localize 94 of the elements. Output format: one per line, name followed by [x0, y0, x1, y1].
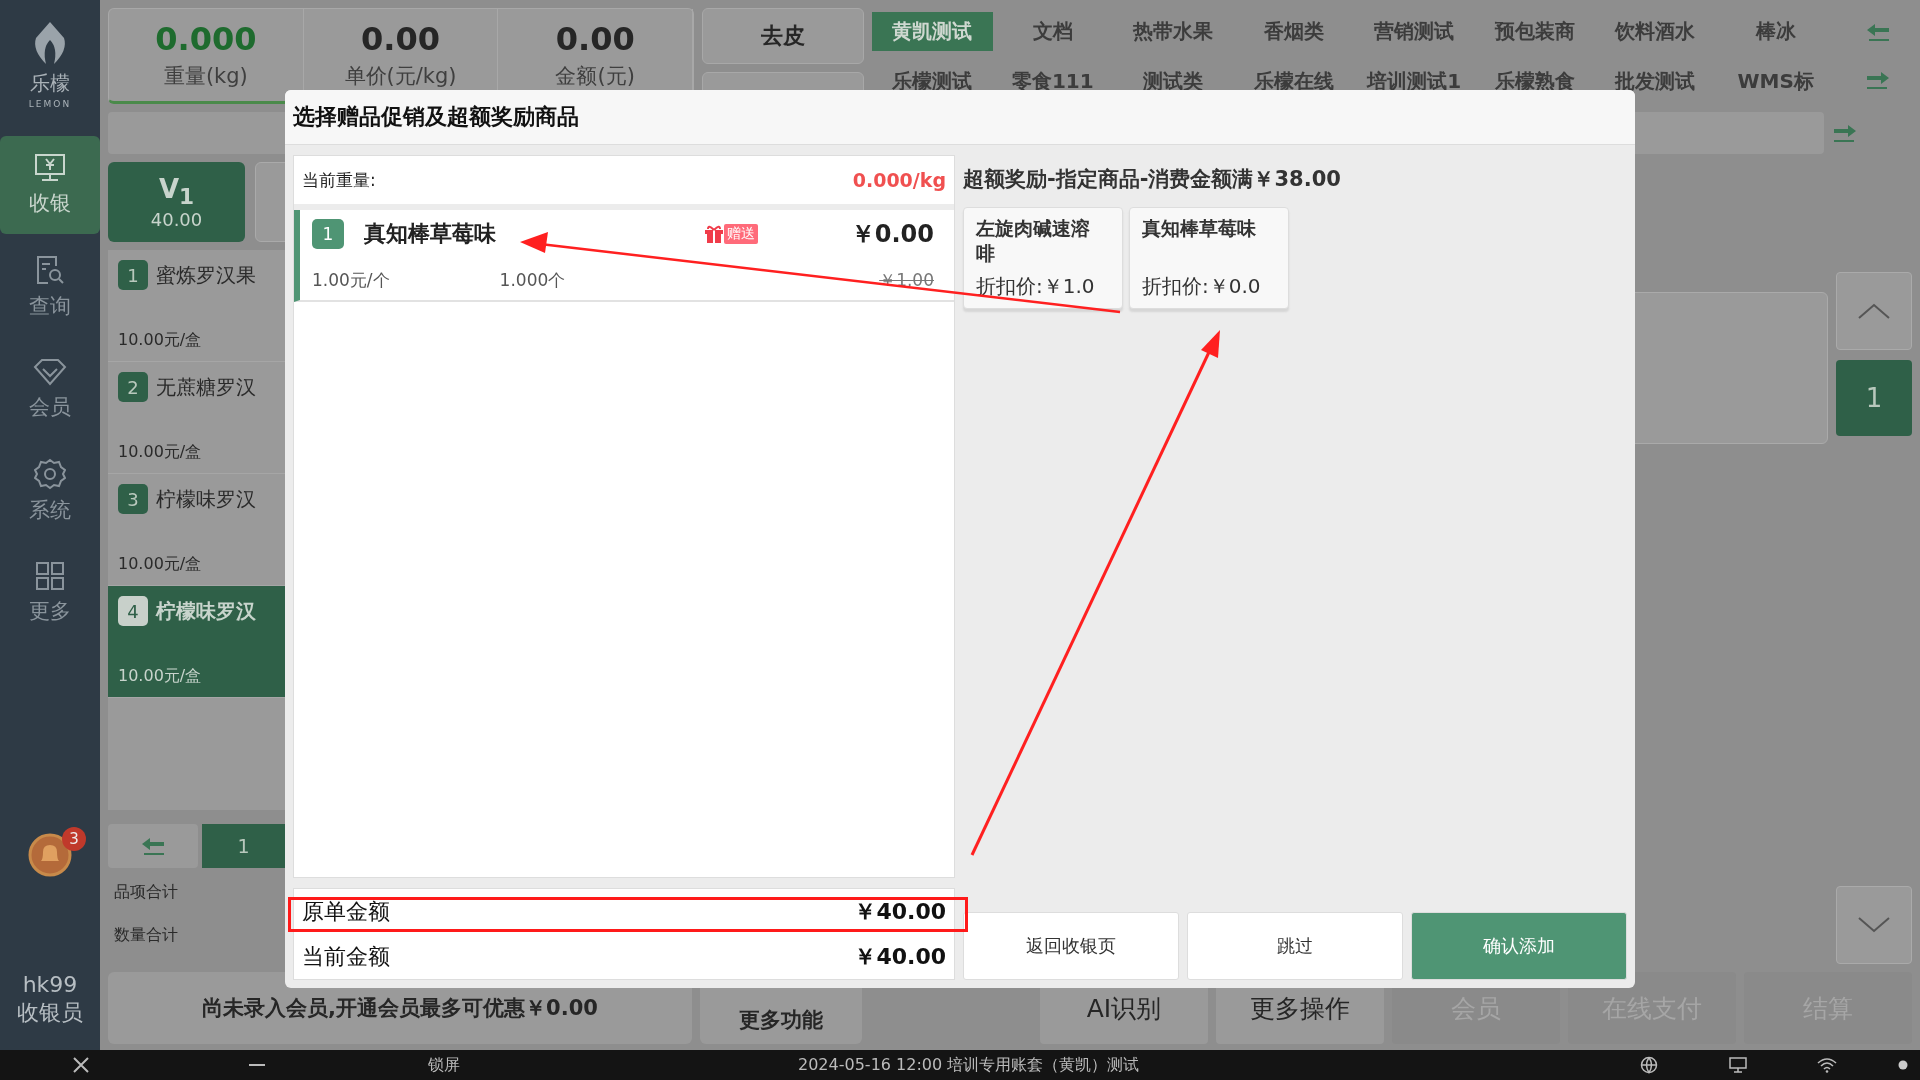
chevron-down-icon — [1857, 916, 1891, 934]
weight-value: 0.000/kg — [852, 169, 946, 191]
weight-label: 重量(kg) — [163, 63, 248, 90]
nav-item[interactable]: 系统 — [0, 442, 100, 540]
back-button[interactable] — [108, 824, 198, 868]
order-tab-amount: 40.00 — [150, 209, 203, 231]
settings-icon — [34, 458, 66, 490]
notification-badge: 3 — [62, 826, 86, 851]
item-index: 1 — [118, 260, 148, 290]
close-icon[interactable] — [72, 1056, 90, 1074]
order-tab[interactable]: V$_{1}$ 40.00 — [108, 162, 245, 242]
lock-screen-link[interactable]: 锁屏 — [428, 1054, 460, 1076]
order-tab-title: V$_{1}$ — [158, 173, 195, 210]
nav-item[interactable]: 查询 — [0, 238, 100, 336]
monitor-icon — [34, 153, 66, 183]
total-value: ￥40.00 — [854, 897, 946, 926]
bell-avatar-icon[interactable] — [28, 832, 72, 877]
dialog-title: 选择赠品促销及超额奖励商品 — [285, 90, 1635, 145]
total-label: 当前金额 — [302, 942, 390, 971]
total-value: ￥40.00 — [854, 942, 946, 971]
discount-price: 折扣价:￥0.0 — [1142, 273, 1262, 300]
category-tab[interactable]: 黄凯测试 — [872, 11, 993, 51]
diamond-icon — [33, 357, 67, 387]
item-name: 无蔗糖罗汉 — [156, 373, 256, 401]
page-number[interactable]: 1 — [202, 824, 285, 868]
forward-arrow-icon[interactable] — [1865, 70, 1891, 90]
item-index: 1 — [312, 219, 344, 249]
item-name: 真知棒草莓味 — [364, 220, 497, 248]
minimize-icon[interactable] — [248, 1063, 266, 1067]
total-label: 品项合计 — [114, 882, 179, 903]
unit-price-value: 0.00 — [361, 20, 440, 58]
product-name: 左旋肉碱速溶 啡 — [976, 216, 1091, 266]
item-price: 10.00元/盒 — [118, 442, 203, 463]
promotion-title: 超额奖励-指定商品-消费金额满￥38.00 — [963, 166, 1342, 193]
category-tab[interactable]: 饮料酒水 — [1595, 11, 1716, 51]
category-tab[interactable]: 预包装商 — [1474, 11, 1595, 51]
status-text: 2024-05-16 12:00 培训专用账套（黄凯）测试 — [798, 1054, 1140, 1076]
page-down-button[interactable] — [1836, 886, 1912, 964]
category-tab[interactable]: 营销测试 — [1354, 11, 1475, 51]
category-tab[interactable]: 文档 — [992, 11, 1113, 51]
gift-label: 赠送 — [724, 224, 758, 244]
reward-product-card[interactable]: 真知棒草莓味 折扣价:￥0.0 — [1129, 207, 1289, 309]
gift-icon — [704, 225, 724, 243]
grid-icon — [35, 561, 65, 591]
logo-text: 乐檬 — [30, 70, 70, 97]
unit-price-label: 单价(元/kg) — [344, 63, 457, 90]
item-index: 3 — [118, 484, 148, 514]
item-name: 柠檬味罗汉 — [156, 485, 256, 513]
weight-value: 0.000 — [155, 20, 257, 58]
forward-arrow-icon[interactable] — [1832, 123, 1858, 143]
page-number[interactable]: 1 — [1836, 360, 1912, 436]
item-price: 10.00元/盒 — [118, 666, 203, 687]
item-quantity: 1.000个 — [499, 269, 566, 292]
back-arrow-icon[interactable] — [1865, 22, 1891, 42]
category-tab[interactable]: 棒冰 — [1715, 11, 1836, 51]
item-price: 10.00元/盒 — [118, 554, 203, 575]
item-name: 柠檬味罗汉 — [156, 597, 256, 625]
chevron-up-icon — [1857, 302, 1891, 320]
dialog-button[interactable]: 跳过 — [1187, 912, 1403, 980]
cart-item[interactable]: 1 蜜炼罗汉果 10.00元/盒 — [108, 250, 285, 362]
category-tab[interactable]: 香烟类 — [1233, 11, 1354, 51]
dialog-button[interactable]: 返回收银页 — [963, 912, 1179, 980]
user-role: 收银员 — [17, 999, 83, 1028]
discount-price: 折扣价:￥1.0 — [976, 273, 1096, 300]
item-name: 蜜炼罗汉果 — [156, 261, 256, 289]
amount-value: 0.00 — [555, 20, 635, 58]
category-tab[interactable]: WMS标 — [1715, 61, 1836, 101]
document-search-icon — [34, 254, 66, 286]
dialog-button[interactable]: 确认添加 — [1411, 912, 1627, 980]
nav-item[interactable]: 会员 — [0, 340, 100, 438]
unit-price: 1.00元/个 — [312, 269, 390, 292]
item-price: 10.00元/盒 — [118, 330, 203, 351]
user-name: hk99 — [22, 970, 78, 999]
status-dot-icon — [1898, 1060, 1908, 1070]
weight-label: 当前重量: — [302, 168, 376, 192]
item-price: ￥0.00 — [850, 219, 934, 250]
item-index: 4 — [118, 596, 148, 626]
globe-icon[interactable] — [1640, 1056, 1658, 1074]
nav-item[interactable]: 更多 — [0, 544, 100, 642]
reward-product-card[interactable]: 左旋肉碱速溶 啡 折扣价:￥1.0 — [963, 207, 1123, 309]
item-index: 2 — [118, 372, 148, 402]
logo-subtext: LEMON — [28, 99, 72, 109]
page-up-button[interactable] — [1836, 272, 1912, 350]
nav-item[interactable]: 收银 — [0, 136, 100, 234]
total-label: 数量合计 — [114, 925, 179, 946]
category-tab[interactable]: 热带水果 — [1113, 11, 1234, 51]
product-name: 真知棒草莓味 — [1142, 216, 1257, 241]
amount-label: 金额(元) — [555, 63, 635, 90]
cart-item[interactable]: 4 柠檬味罗汉 10.00元/盒 — [108, 586, 285, 698]
wifi-icon[interactable] — [1817, 1057, 1837, 1073]
monitor-icon[interactable] — [1728, 1056, 1748, 1074]
total-label: 原单金额 — [302, 897, 390, 926]
back-arrow-icon — [140, 836, 166, 856]
tare-button[interactable]: 去皮 — [702, 8, 864, 64]
